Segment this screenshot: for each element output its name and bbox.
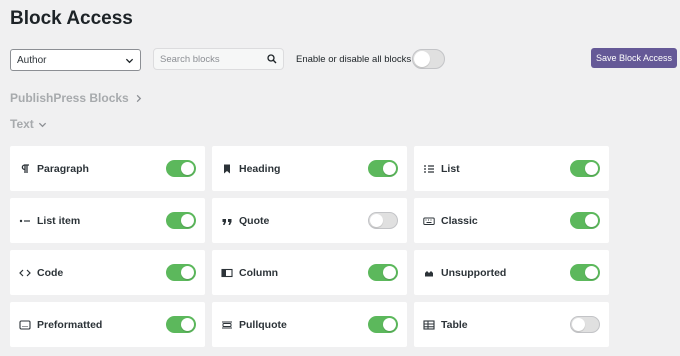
block-toggle-switch[interactable] bbox=[166, 212, 196, 229]
block-toggle-switch[interactable] bbox=[368, 160, 398, 177]
section-title: PublishPress Blocks bbox=[10, 91, 129, 105]
table-icon bbox=[423, 319, 435, 331]
block-label: Unsupported bbox=[441, 266, 507, 279]
switch-knob bbox=[585, 214, 598, 227]
list-item-icon bbox=[19, 215, 31, 227]
block-card-info: Preformatted bbox=[19, 319, 102, 331]
block-card: Pullquote bbox=[212, 302, 407, 347]
quote-icon bbox=[221, 215, 233, 227]
switch-knob bbox=[181, 214, 194, 227]
block-label: Preformatted bbox=[37, 318, 103, 331]
block-label: List bbox=[441, 162, 460, 175]
switch-knob bbox=[572, 318, 585, 331]
block-grid: Paragraph Heading List List item Quote Classi… bbox=[10, 146, 609, 347]
block-label: List item bbox=[37, 214, 81, 227]
switch-knob bbox=[585, 162, 598, 175]
publishpress-blocks-link[interactable]: PublishPress Blocks bbox=[10, 91, 143, 105]
block-toggle-switch[interactable] bbox=[570, 264, 600, 281]
block-card-info: Pullquote bbox=[221, 319, 287, 331]
column-icon bbox=[221, 267, 233, 279]
block-card-info: Table bbox=[423, 319, 468, 331]
block-toggle-switch[interactable] bbox=[166, 316, 196, 333]
keyboard-icon bbox=[423, 215, 435, 227]
save-block-access-button[interactable]: Save Block Access bbox=[591, 48, 677, 68]
block-toggle-switch[interactable] bbox=[570, 212, 600, 229]
block-card: Preformatted bbox=[10, 302, 205, 347]
chevron-down-icon bbox=[38, 122, 46, 127]
switch-knob bbox=[585, 266, 598, 279]
block-toggle-switch[interactable] bbox=[166, 264, 196, 281]
block-card-info: Paragraph bbox=[19, 163, 89, 175]
block-card: Classic bbox=[414, 198, 609, 243]
switch-knob bbox=[370, 214, 383, 227]
switch-knob bbox=[383, 162, 396, 175]
search-icon bbox=[267, 54, 277, 64]
toggle-all-switch[interactable] bbox=[412, 49, 445, 69]
list-icon bbox=[423, 163, 435, 175]
block-card-info: Code bbox=[19, 267, 63, 279]
block-label: Quote bbox=[239, 214, 270, 227]
role-select-value: Author bbox=[17, 54, 47, 66]
switch-knob bbox=[383, 318, 396, 331]
block-card: Table bbox=[414, 302, 609, 347]
page-title: Block Access bbox=[10, 8, 133, 29]
block-toggle-switch[interactable] bbox=[368, 316, 398, 333]
block-label: Column bbox=[239, 266, 279, 279]
switch-knob bbox=[181, 162, 194, 175]
block-card: List bbox=[414, 146, 609, 191]
block-card-info: Unsupported bbox=[423, 267, 506, 279]
switch-knob bbox=[383, 266, 396, 279]
switch-knob bbox=[414, 51, 430, 67]
block-toggle-switch[interactable] bbox=[368, 212, 398, 229]
block-card: Code bbox=[10, 250, 205, 295]
block-label: Table bbox=[441, 318, 468, 331]
block-card-info: Classic bbox=[423, 215, 478, 227]
pullquote-icon bbox=[221, 319, 233, 331]
block-label: Pullquote bbox=[239, 318, 287, 331]
search-input[interactable]: Search blocks bbox=[153, 48, 284, 70]
role-select[interactable]: Author bbox=[10, 49, 141, 71]
block-toggle-switch[interactable] bbox=[570, 160, 600, 177]
paragraph-icon bbox=[19, 163, 31, 175]
block-label: Paragraph bbox=[37, 162, 89, 175]
category-title: Text bbox=[10, 117, 34, 131]
block-toggle-switch[interactable] bbox=[570, 316, 600, 333]
block-card: Heading bbox=[212, 146, 407, 191]
chevron-down-icon bbox=[125, 58, 134, 63]
block-toggle-switch[interactable] bbox=[166, 160, 196, 177]
block-card: Paragraph bbox=[10, 146, 205, 191]
toggle-all-label: Enable or disable all blocks bbox=[296, 54, 412, 65]
block-card-info: List item bbox=[19, 215, 80, 227]
preformatted-icon bbox=[19, 319, 31, 331]
block-card: List item bbox=[10, 198, 205, 243]
block-toggle-switch[interactable] bbox=[368, 264, 398, 281]
block-label: Classic bbox=[441, 214, 478, 227]
block-card-info: Column bbox=[221, 267, 278, 279]
block-card-info: List bbox=[423, 163, 460, 175]
switch-knob bbox=[181, 266, 194, 279]
block-card: Quote bbox=[212, 198, 407, 243]
category-toggle-text[interactable]: Text bbox=[10, 117, 47, 131]
block-card-info: Heading bbox=[221, 163, 280, 175]
block-card-info: Quote bbox=[221, 215, 269, 227]
block-label: Code bbox=[37, 266, 64, 279]
block-card: Column bbox=[212, 250, 407, 295]
block-label: Heading bbox=[239, 162, 281, 175]
block-card: Unsupported bbox=[414, 250, 609, 295]
switch-knob bbox=[181, 318, 194, 331]
bookmark-icon bbox=[221, 163, 233, 175]
search-placeholder: Search blocks bbox=[160, 53, 220, 65]
warning-icon bbox=[423, 267, 435, 279]
chevron-right-icon bbox=[136, 94, 141, 102]
code-icon bbox=[19, 267, 31, 279]
